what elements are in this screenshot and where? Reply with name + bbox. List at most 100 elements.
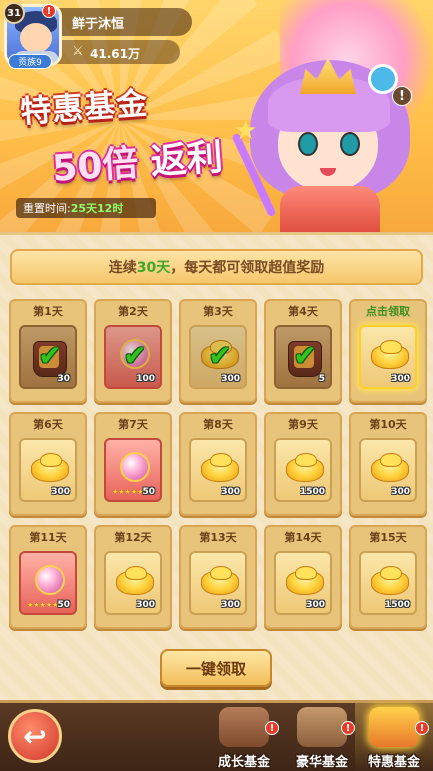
- reward-slot: 300: [274, 551, 332, 615]
- claim-label: 点击领取: [366, 305, 410, 318]
- day-label: 第1天: [33, 305, 63, 318]
- day-label: 第6天: [33, 418, 63, 431]
- reward-slot: ✔ 30: [19, 325, 77, 389]
- reward-slot: ✔ 100: [104, 325, 162, 389]
- luxury-alert-icon: !: [341, 721, 355, 735]
- day-label: 第15天: [369, 531, 407, 544]
- day-label: 第4天: [288, 305, 318, 318]
- reward-card[interactable]: 第7天 ★★★★★ 50: [94, 412, 172, 516]
- day-label: 第14天: [284, 531, 322, 544]
- tab-label: 特惠基金: [367, 755, 420, 770]
- fund-title: 特惠基金: [19, 78, 150, 132]
- luxury-fund-icon: [297, 707, 347, 747]
- reward-card[interactable]: 第6天 300: [9, 412, 87, 516]
- player-name: 鲜于沐恒: [72, 17, 125, 32]
- reward-slot: 300: [359, 438, 417, 502]
- star-rating-icon: ★★★★★: [27, 601, 59, 609]
- reward-card-claimable[interactable]: 点击领取 300: [349, 299, 427, 403]
- orb-icon: [120, 452, 150, 482]
- info-icon[interactable]: !: [392, 86, 412, 106]
- fund-banner: 31 ! 贡族9 鲜于沐恒 ⚔ 41.61万 特惠基金 50倍 返利 重置时间:…: [0, 0, 433, 232]
- day-label: 第3天: [203, 305, 233, 318]
- rebate-multiplier: 50倍: [51, 142, 140, 190]
- notice-banner: 连续 30天 ， 每天都可领取超值奖励: [10, 249, 423, 285]
- reward-slot: 300: [19, 438, 77, 502]
- player-power: 41.61万: [90, 47, 140, 61]
- reward-quantity: 300: [221, 487, 240, 497]
- reward-card[interactable]: 第2天 ✔ 100: [94, 299, 172, 403]
- gold-ingot-icon: [371, 566, 409, 595]
- gold-ingot-icon: [371, 340, 409, 369]
- tab-luxury-fund[interactable]: ! 豪华基金: [283, 703, 361, 771]
- day-label: 第13天: [199, 531, 237, 544]
- reward-card[interactable]: 第14天 300: [264, 525, 342, 629]
- reward-quantity: 300: [136, 600, 155, 610]
- checkmark-icon: ✔: [293, 339, 317, 372]
- reset-time: 重置时间: 25天12时: [16, 198, 156, 218]
- back-arrow-icon[interactable]: ↩: [8, 709, 62, 763]
- gold-ingot-icon: [31, 453, 69, 482]
- reward-slot: ✔ 300: [189, 325, 247, 389]
- reward-card[interactable]: 第1天 ✔ 30: [9, 299, 87, 403]
- growth-fund-icon: [219, 707, 269, 747]
- reward-quantity: 30: [57, 374, 70, 384]
- gold-ingot-icon: [116, 566, 154, 595]
- checkmark-icon: ✔: [123, 339, 147, 372]
- notice-days: 30天: [136, 260, 171, 276]
- bottom-nav: ↩ ! 成长基金 ! 豪华基金 ! 特惠基金: [0, 700, 433, 771]
- reset-label: 重置时间:: [23, 202, 71, 215]
- reward-slot: 300: [189, 551, 247, 615]
- notice-prefix: 连续: [108, 260, 137, 276]
- claim-all-button[interactable]: 一键领取: [160, 649, 272, 687]
- player-level-badge: 31: [3, 2, 25, 24]
- special-alert-icon: !: [415, 721, 429, 735]
- reward-slot: 300: [359, 325, 417, 389]
- reward-card[interactable]: 第11天 ★★★★★ 50: [9, 525, 87, 629]
- rewards-panel: 连续 30天 ， 每天都可领取超值奖励 第1天 ✔ 30 第2天 ✔ 100 第3天 ✔ 300…: [0, 232, 433, 702]
- checkmark-icon: ✔: [208, 339, 232, 372]
- hero-character: ★: [231, 20, 430, 232]
- reward-slot: ★★★★★ 50: [104, 438, 162, 502]
- reward-card[interactable]: 第10天 300: [349, 412, 427, 516]
- reward-slot: ✔ 5: [274, 325, 332, 389]
- fund-title-text: 特惠基金: [19, 85, 150, 131]
- reward-quantity: 300: [221, 374, 240, 384]
- notice-comma: ，: [170, 260, 185, 276]
- reward-card[interactable]: 第3天 ✔ 300: [179, 299, 257, 403]
- tab-growth-fund[interactable]: ! 成长基金: [205, 703, 283, 771]
- reward-card[interactable]: 第8天 300: [179, 412, 257, 516]
- reward-quantity: 1500: [384, 600, 410, 610]
- hero-eye-right: [340, 132, 360, 156]
- reward-quantity: 50: [57, 600, 70, 610]
- gold-ingot-icon: [286, 566, 324, 595]
- tab-special-fund[interactable]: ! 特惠基金: [355, 703, 433, 771]
- gold-ingot-icon: [371, 453, 409, 482]
- reward-quantity: 5: [318, 374, 325, 384]
- reward-slot: 300: [189, 438, 247, 502]
- avatar-face: [20, 23, 52, 53]
- gold-ingot-icon: [286, 453, 324, 482]
- reward-quantity: 300: [221, 600, 240, 610]
- reward-card[interactable]: 第12天 300: [94, 525, 172, 629]
- reward-card[interactable]: 第4天 ✔ 5: [264, 299, 342, 403]
- reward-card[interactable]: 第9天 1500: [264, 412, 342, 516]
- reset-value: 25天12时: [70, 202, 124, 215]
- tab-label: 成长基金: [217, 755, 270, 770]
- day-label: 第7天: [118, 418, 148, 431]
- day-label: 第8天: [203, 418, 233, 431]
- reward-quantity: 300: [391, 374, 410, 384]
- reward-quantity: 300: [306, 600, 325, 610]
- rebate-text: 返利: [149, 137, 225, 184]
- reward-quantity: 1500: [299, 487, 325, 497]
- reward-quantity: 300: [391, 487, 410, 497]
- reward-slot: 1500: [274, 438, 332, 502]
- day-label: 第11天: [29, 531, 67, 544]
- checkmark-icon: ✔: [38, 339, 62, 372]
- hero-eye-left: [298, 132, 318, 156]
- reward-card[interactable]: 第13天 300: [179, 525, 257, 629]
- reward-quantity: 50: [142, 487, 155, 497]
- star-rating-icon: ★★★★★: [112, 488, 144, 496]
- orb-icon: [35, 565, 65, 595]
- special-fund-icon: [369, 707, 419, 747]
- reward-card[interactable]: 第15天 1500: [349, 525, 427, 629]
